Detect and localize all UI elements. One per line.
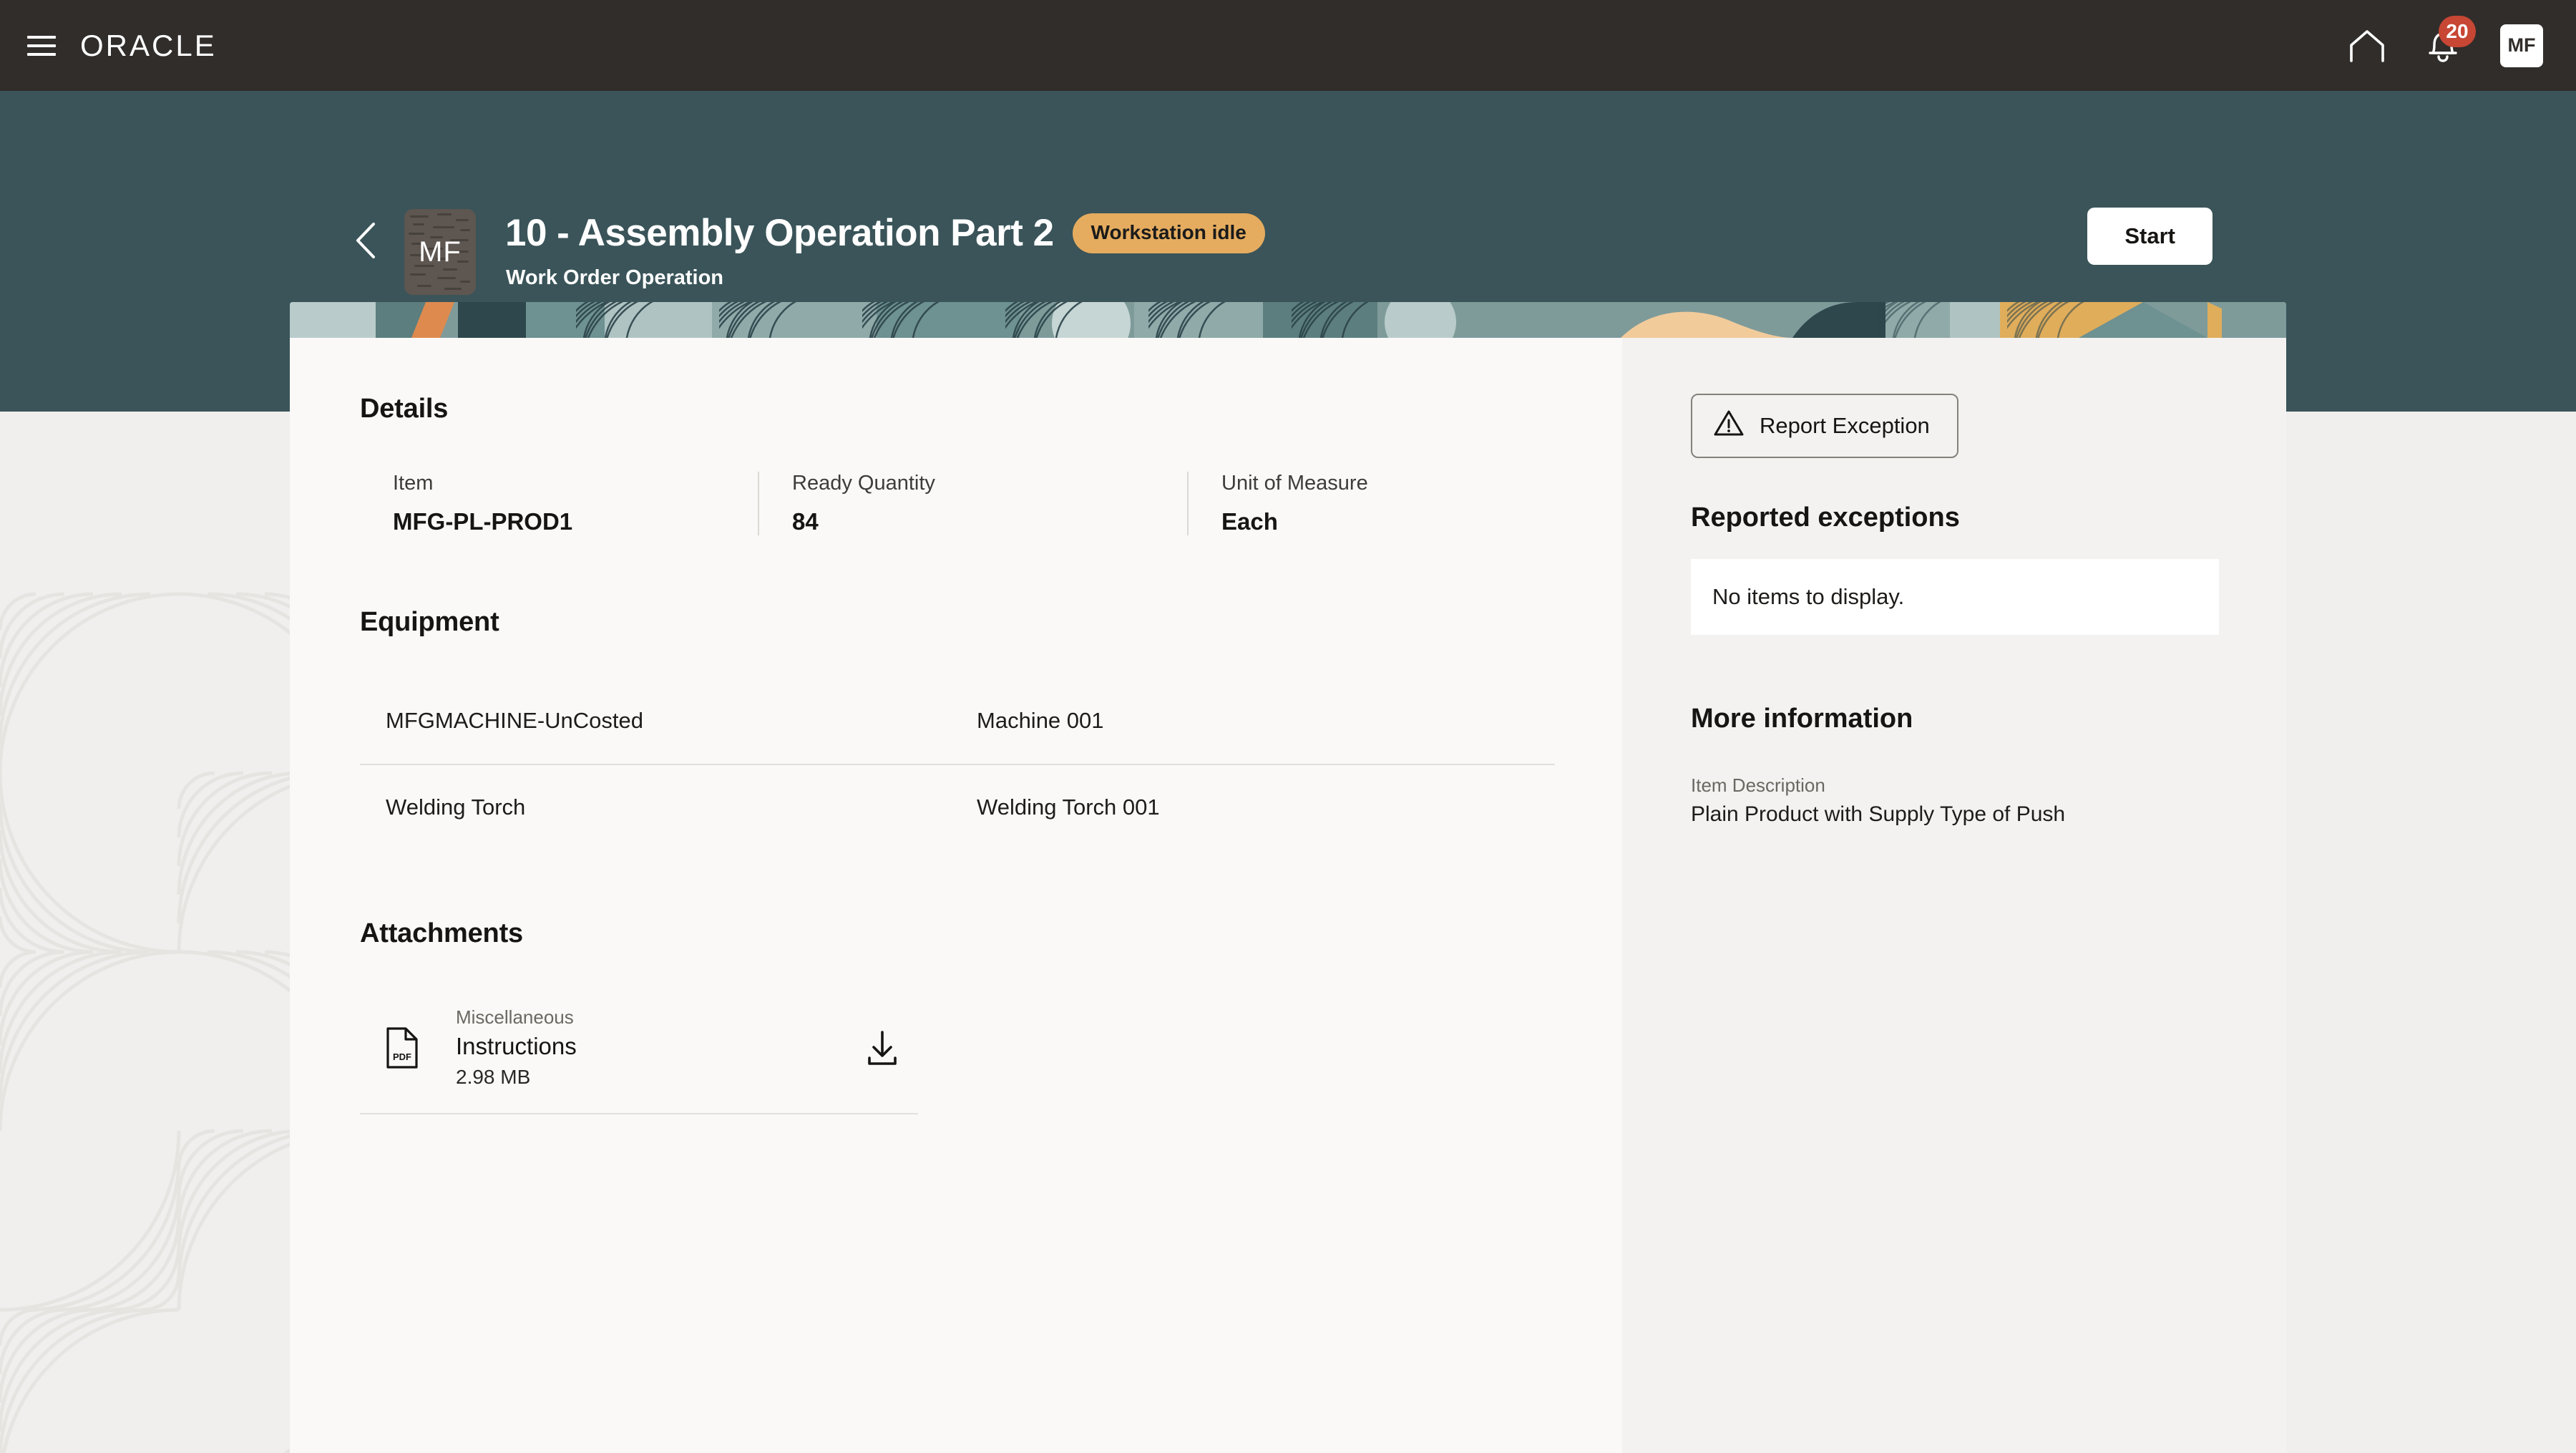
decorative-banner: [290, 302, 2286, 338]
home-icon[interactable]: [2348, 29, 2386, 62]
avatar[interactable]: MF: [2500, 24, 2543, 67]
main-content-panel: Details Item MFG-PL-PROD1 Ready Quantity…: [290, 302, 1622, 1453]
details-grid: Item MFG-PL-PROD1 Ready Quantity 84 Unit…: [360, 472, 1622, 535]
bell-icon[interactable]: 20: [2426, 15, 2476, 64]
reported-exceptions-empty-state: No items to display.: [1691, 559, 2219, 635]
status-badge: Workstation idle: [1072, 213, 1265, 253]
empty-state-text: No items to display.: [1712, 584, 1905, 609]
reported-exceptions-title: Reported exceptions: [1691, 502, 1960, 533]
list-item[interactable]: PDF Miscellaneous Instructions 2.98 MB: [360, 989, 918, 1114]
item-description-value: Plain Product with Supply Type of Push: [1691, 802, 2066, 826]
detail-unit-of-measure-label: Unit of Measure: [1221, 472, 1368, 495]
detail-field-unit-of-measure: Unit of Measure Each: [1187, 472, 1588, 535]
detail-ready-quantity-value: 84: [792, 508, 819, 535]
attachment-category: Miscellaneous: [456, 1006, 574, 1028]
global-header: ORACLE 20 MF: [0, 0, 2576, 91]
report-exception-label: Report Exception: [1760, 413, 1930, 438]
item-description-label: Item Description: [1691, 774, 1825, 796]
detail-field-item: Item MFG-PL-PROD1: [360, 472, 758, 535]
download-icon[interactable]: [847, 1028, 918, 1068]
table-row: MFGMACHINE-UnCosted Machine 001: [360, 678, 1555, 764]
equipment-title: Equipment: [360, 607, 499, 637]
detail-field-ready-quantity: Ready Quantity 84: [758, 472, 1187, 535]
title-row: 10 - Assembly Operation Part 2 Workstati…: [505, 211, 1265, 255]
notification-badge: 20: [2439, 15, 2476, 47]
chevron-left-icon[interactable]: [352, 221, 381, 260]
attachment-size: 2.98 MB: [456, 1066, 531, 1088]
detail-item-value: MFG-PL-PROD1: [393, 508, 573, 535]
detail-item-label: Item: [393, 472, 434, 495]
thumbnail-initials: MF: [419, 235, 462, 268]
oracle-logo: ORACLE: [80, 28, 217, 62]
more-information-title: More information: [1691, 704, 1913, 734]
equipment-instance: Machine 001: [977, 708, 1104, 733]
table-row: Welding Torch Welding Torch 001: [360, 764, 1555, 850]
header-actions: 20 MF: [2348, 15, 2543, 67]
details-section: Details Item MFG-PL-PROD1 Ready Quantity…: [360, 394, 1622, 535]
attachments-title: Attachments: [360, 918, 523, 948]
sidebar-panel: Report Exception Reported exceptions No …: [1622, 302, 2286, 1453]
equipment-list: MFGMACHINE-UnCosted Machine 001 Welding …: [360, 678, 1555, 850]
details-title: Details: [360, 394, 449, 424]
avatar-initials: MF: [2507, 34, 2536, 56]
attachment-name: Instructions: [456, 1033, 577, 1059]
pdf-file-icon: PDF: [386, 1026, 447, 1069]
report-exception-button[interactable]: Report Exception: [1691, 394, 1958, 458]
page-title: 10 - Assembly Operation Part 2: [505, 212, 1054, 254]
svg-text:PDF: PDF: [393, 1051, 411, 1062]
warning-triangle-icon: [1714, 409, 1744, 442]
equipment-instance: Welding Torch 001: [977, 794, 1160, 820]
attachment-text: Miscellaneous Instructions 2.98 MB: [456, 1006, 847, 1089]
detail-ready-quantity-label: Ready Quantity: [792, 472, 935, 495]
work-order-thumbnail[interactable]: MF: [404, 209, 476, 295]
equipment-section: Equipment MFGMACHINE-UnCosted Machine 00…: [360, 607, 1622, 850]
hamburger-menu-icon[interactable]: [23, 31, 60, 60]
attachments-section: Attachments PDF Miscellaneous Instructio…: [360, 918, 1622, 1114]
content-card: Details Item MFG-PL-PROD1 Ready Quantity…: [290, 302, 2286, 1453]
start-button[interactable]: Start: [2087, 208, 2212, 265]
more-information-field-item-description: Item Description Plain Product with Supp…: [1691, 774, 2286, 827]
equipment-name: MFGMACHINE-UnCosted: [386, 708, 643, 733]
equipment-name: Welding Torch: [386, 794, 526, 820]
page-subtitle: Work Order Operation: [506, 266, 724, 289]
attachment-list: PDF Miscellaneous Instructions 2.98 MB: [360, 989, 918, 1114]
detail-unit-of-measure-value: Each: [1221, 508, 1278, 535]
